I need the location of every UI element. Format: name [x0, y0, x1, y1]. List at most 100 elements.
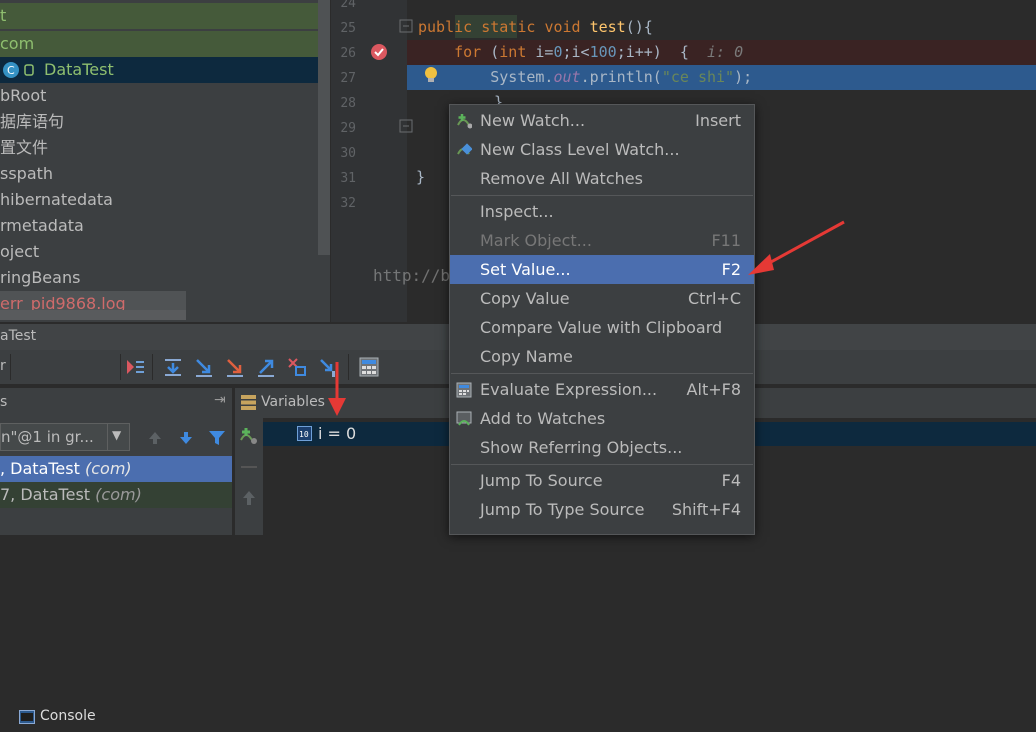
code-line-31: }	[416, 168, 426, 186]
step-out-icon[interactable]	[255, 356, 277, 378]
menu-item-copy-value[interactable]: Copy Value Ctrl+C	[450, 284, 754, 313]
new-watch-icon[interactable]	[238, 426, 260, 446]
menu-item-label: Jump To Type Source	[480, 500, 645, 519]
tree-item-label: ringBeans	[0, 268, 81, 287]
menu-item-label: Compare Value with Clipboard	[480, 318, 723, 337]
annotation-arrow	[328, 362, 346, 416]
fold-icon[interactable]	[399, 19, 413, 33]
show-execution-point-icon[interactable]	[124, 356, 146, 378]
filter-icon[interactable]	[208, 430, 226, 446]
primitive-type-icon: 10	[297, 426, 312, 441]
project-tree-scrollbar[interactable]	[318, 0, 330, 255]
menu-separator	[451, 464, 753, 465]
project-tree-horizontal-scrollbar[interactable]	[0, 310, 186, 320]
menu-item-label: Set Value...	[480, 260, 571, 279]
pin-icon[interactable]: ⇥	[214, 392, 226, 408]
frame-row[interactable]: , DataTest (com)	[0, 456, 232, 482]
annotation-arrow	[748, 220, 845, 275]
frames-header: s ⇥	[0, 388, 232, 418]
tree-item[interactable]: t	[0, 3, 330, 29]
menu-item-shortcut: Ctrl+C	[687, 289, 741, 308]
menu-item-shortcut: F2	[721, 260, 741, 279]
menu-item-evaluate-expression[interactable]: Evaluate Expression... Alt+F8	[450, 375, 754, 404]
console-tab[interactable]: Console	[14, 704, 117, 732]
step-into-icon[interactable]	[193, 356, 215, 378]
menu-item-copy-name[interactable]: Copy Name	[450, 342, 754, 371]
tree-item-label: rmetadata	[0, 216, 84, 235]
menu-item-label: Mark Object...	[480, 231, 592, 250]
menu-item-new-class-level-watch[interactable]: New Class Level Watch...	[450, 135, 754, 164]
menu-item-jump-to-source[interactable]: Jump To Source F4	[450, 466, 754, 495]
evaluate-expression-icon[interactable]	[358, 356, 380, 378]
tree-item-label: oject	[0, 242, 40, 261]
menu-item-add-to-watches[interactable]: Add to Watches	[450, 404, 754, 433]
menu-separator	[451, 195, 753, 196]
menu-item-remove-all-watches[interactable]: Remove All Watches	[450, 164, 754, 193]
debugger-tab-fragment[interactable]: r	[0, 358, 6, 374]
menu-item-label: New Class Level Watch...	[480, 140, 680, 159]
svg-text:10: 10	[299, 430, 309, 439]
arrow-up-icon[interactable]	[242, 490, 256, 506]
new-watch-icon	[457, 114, 472, 129]
menu-item-shortcut: F11	[711, 231, 741, 250]
thread-selector[interactable]: n"@1 in gr... ▼	[0, 423, 130, 451]
code-line-25: public static void test(){	[418, 18, 653, 36]
menu-item-shortcut: Alt+F8	[686, 380, 741, 399]
console-icon	[19, 710, 35, 724]
tree-item-label: sspath	[0, 164, 54, 183]
toolbar-divider	[152, 354, 153, 380]
menu-item-set-value[interactable]: Set Value... F2	[450, 255, 754, 284]
tree-item[interactable]: C DataTest	[0, 57, 330, 83]
line-number: 29	[340, 121, 356, 136]
variable-label: i = 0	[318, 424, 357, 443]
menu-item-mark-object[interactable]: Mark Object... F11	[450, 226, 754, 255]
line-number: 26	[340, 46, 356, 61]
variables-side-toolbar	[235, 418, 263, 535]
menu-item-label: Copy Name	[480, 347, 573, 366]
step-over-icon[interactable]	[162, 356, 184, 378]
frame-label: 7, DataTest (com)	[0, 485, 142, 504]
breakpoint-icon[interactable]	[370, 43, 388, 61]
menu-item-jump-to-type-source[interactable]: Jump To Type Source Shift+F4	[450, 495, 754, 524]
menu-item-show-referring-objects[interactable]: Show Referring Objects...	[450, 433, 754, 462]
line-number: 31	[340, 171, 356, 186]
calculator-icon	[456, 382, 472, 398]
drop-frame-icon[interactable]	[286, 356, 308, 378]
svg-text:C: C	[7, 64, 15, 77]
menu-item-inspect[interactable]: Inspect...	[450, 197, 754, 226]
tree-item-label: 据库语句	[0, 112, 65, 131]
menu-item-label: Remove All Watches	[480, 169, 643, 188]
debug-title-label: aTest	[0, 328, 37, 344]
force-step-into-icon[interactable]	[224, 356, 246, 378]
menu-item-label: Evaluate Expression...	[480, 380, 658, 399]
class-watch-icon	[457, 143, 472, 155]
menu-item-compare-value-with-clipboard[interactable]: Compare Value with Clipboard	[450, 313, 754, 342]
menu-separator	[451, 373, 753, 374]
frame-label: , DataTest (com)	[0, 459, 132, 478]
line-number: 24	[340, 0, 356, 11]
line-number: 25	[340, 21, 356, 36]
chevron-down-icon[interactable]: ▼	[112, 428, 121, 442]
menu-item-shortcut: Insert	[695, 111, 741, 130]
menu-item-label: Copy Value	[480, 289, 570, 308]
remove-watch-icon[interactable]	[241, 466, 257, 468]
menu-item-new-watch[interactable]: New Watch... Insert	[450, 106, 754, 135]
frame-row[interactable]: 7, DataTest (com)	[0, 482, 232, 508]
line-number: 28	[340, 96, 356, 111]
fold-icon[interactable]	[399, 119, 413, 133]
menu-item-shortcut: Shift+F4	[671, 500, 741, 519]
toolbar-divider	[10, 354, 11, 380]
line-number: 30	[340, 146, 356, 161]
menu-item-label: New Watch...	[480, 111, 586, 130]
tree-item[interactable]: com	[0, 31, 330, 57]
tree-item-label: com	[0, 34, 35, 53]
menu-item-label: Inspect...	[480, 202, 554, 221]
console-tab-label: Console	[40, 708, 96, 724]
tree-item-label: t	[0, 6, 7, 25]
arrow-down-icon[interactable]	[178, 430, 194, 446]
context-menu: New Watch... Insert New Class Level Watch.…	[449, 104, 755, 535]
tree-item-label: hibernatedata	[0, 190, 113, 209]
thread-selector-value: n"@1 in gr...	[1, 428, 94, 446]
tree-item-label: bRoot	[0, 86, 47, 105]
arrow-up-icon[interactable]	[147, 430, 163, 446]
